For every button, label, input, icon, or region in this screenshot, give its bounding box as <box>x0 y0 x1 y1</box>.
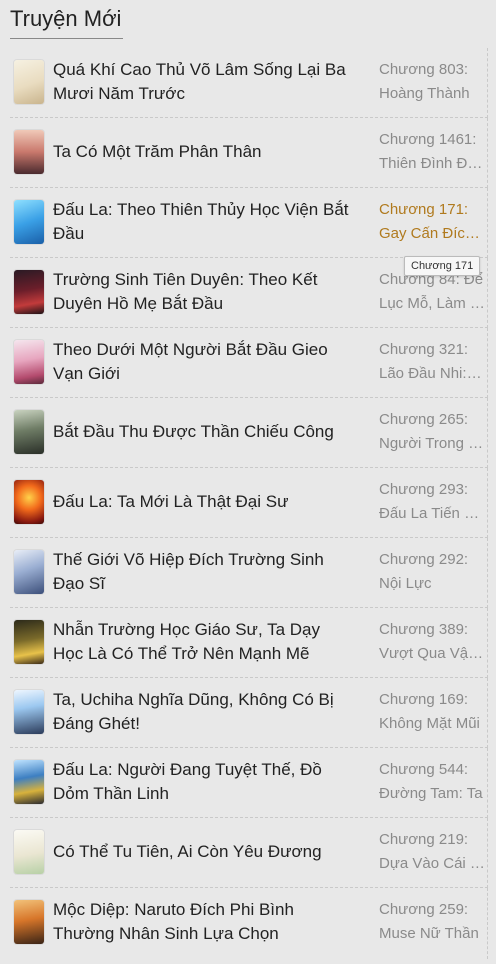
story-title[interactable]: Đấu La: Theo Thiên Thủy Học Viện Bắt Đầu <box>53 198 353 246</box>
chapter-number: Chương 1461: <box>379 131 477 148</box>
story-list: Quá Khí Cao Thủ Võ Lâm Sống Lại Ba Mươi … <box>10 48 488 959</box>
story-title[interactable]: Trường Sinh Tiên Duyên: Theo Kết Duyên H… <box>53 268 353 316</box>
story-cover[interactable] <box>14 480 44 524</box>
latest-chapter[interactable]: Chương 169: Không Mặt Mũi <box>379 688 485 736</box>
story-title[interactable]: Mộc Diệp: Naruto Đích Phi Bình Thường Nh… <box>53 898 353 946</box>
section-title: Truyện Mới <box>10 6 122 31</box>
chapter-number: Chương 321: <box>379 341 469 358</box>
latest-chapter[interactable]: Chương 293: Đấu La Tiến Hóa <box>379 478 485 526</box>
story-row[interactable]: Đấu La: Theo Thiên Thủy Học Viện Bắt Đầu… <box>10 188 488 258</box>
latest-chapter[interactable]: Chương 1461: Thiên Đình Đại Chiến <box>379 128 485 176</box>
chapter-name: Lục Mỗ, Làm Gì <box>379 295 485 312</box>
chapter-name: Gay Cấn Đích Chiến Đấu <box>379 225 485 242</box>
story-cover[interactable] <box>14 620 44 664</box>
story-row[interactable]: Ta, Uchiha Nghĩa Dũng, Không Có Bị Đáng … <box>10 678 488 748</box>
chapter-number: Chương 544: <box>379 761 469 778</box>
story-cover[interactable] <box>14 60 44 104</box>
chapter-name: Dựa Vào Cái Gì <box>379 855 485 872</box>
chapter-name: Muse Nữ Thần <box>379 925 479 942</box>
chapter-number: Chương 219: <box>379 831 469 848</box>
story-title[interactable]: Có Thể Tu Tiên, Ai Còn Yêu Đương <box>53 840 353 864</box>
story-cover[interactable] <box>14 830 44 874</box>
latest-chapter[interactable]: Chương 544: Đường Tam: Ta <box>379 758 485 806</box>
story-row[interactable]: Ta Có Một Trăm Phân Thân Chương 1461: Th… <box>10 118 488 188</box>
chapter-tooltip: Chương 171 <box>404 256 481 276</box>
chapter-number: Chương 803: <box>379 61 469 78</box>
story-title[interactable]: Thế Giới Võ Hiệp Đích Trường Sinh Đạo Sĩ <box>53 548 353 596</box>
story-row[interactable]: Có Thể Tu Tiên, Ai Còn Yêu Đương Chương … <box>10 818 488 888</box>
section-header: Truyện Mới <box>10 4 123 39</box>
story-row[interactable]: Đấu La: Ta Mới Là Thật Đại Sư Chương 293… <box>10 468 488 538</box>
story-cover[interactable] <box>14 270 44 314</box>
latest-chapter[interactable]: Chương 259: Muse Nữ Thần <box>379 898 485 946</box>
latest-chapter[interactable]: Chương 219: Dựa Vào Cái Gì <box>379 828 485 876</box>
chapter-name: Lão Đầu Nhi: Ta <box>379 365 485 382</box>
story-title[interactable]: Ta Có Một Trăm Phân Thân <box>53 140 353 164</box>
chapter-name: Người Trong Giang Hồ <box>379 435 485 452</box>
chapter-number: Chương 293: <box>379 481 469 498</box>
story-title[interactable]: Bắt Đầu Thu Được Thần Chiếu Công <box>53 420 353 444</box>
chapter-number: Chương 259: <box>379 901 469 918</box>
chapter-name: Thiên Đình Đại Chiến <box>379 155 485 172</box>
latest-chapter[interactable]: Chương 321: Lão Đầu Nhi: Ta <box>379 338 485 386</box>
latest-chapter[interactable]: Chương 389: Vượt Qua Vận Mệnh <box>379 618 485 666</box>
story-row[interactable]: Bắt Đầu Thu Được Thần Chiếu Công Chương … <box>10 398 488 468</box>
story-cover[interactable] <box>14 900 44 944</box>
story-cover[interactable] <box>14 760 44 804</box>
story-row[interactable]: Quá Khí Cao Thủ Võ Lâm Sống Lại Ba Mươi … <box>10 48 488 118</box>
chapter-number: Chương 171: <box>379 201 469 218</box>
chapter-name: Không Mặt Mũi <box>379 715 480 732</box>
chapter-number: Chương 292: <box>379 551 469 568</box>
chapter-name: Đấu La Tiến Hóa <box>379 505 485 522</box>
story-title[interactable]: Ta, Uchiha Nghĩa Dũng, Không Có Bị Đáng … <box>53 688 353 736</box>
story-title[interactable]: Quá Khí Cao Thủ Võ Lâm Sống Lại Ba Mươi … <box>53 58 353 106</box>
chapter-name: Hoàng Thành <box>379 85 470 102</box>
chapter-number: Chương 169: <box>379 691 469 708</box>
story-row[interactable]: Nhẫn Trường Học Giáo Sư, Ta Dạy Học Là C… <box>10 608 488 678</box>
story-row[interactable]: Theo Dưới Một Người Bắt Đầu Gieo Vạn Giớ… <box>10 328 488 398</box>
story-row[interactable]: Thế Giới Võ Hiệp Đích Trường Sinh Đạo Sĩ… <box>10 538 488 608</box>
story-cover[interactable] <box>14 410 44 454</box>
chapter-number: Chương 389: <box>379 621 469 638</box>
latest-chapter[interactable]: Chương 265: Người Trong Giang Hồ <box>379 408 485 456</box>
story-cover[interactable] <box>14 550 44 594</box>
story-cover[interactable] <box>14 200 44 244</box>
chapter-name: Đường Tam: Ta <box>379 785 483 802</box>
chapter-name: Vượt Qua Vận Mệnh <box>379 645 485 662</box>
story-cover[interactable] <box>14 690 44 734</box>
latest-chapter[interactable]: Chương 171: Gay Cấn Đích Chiến Đấu <box>379 198 485 246</box>
story-row[interactable]: Mộc Diệp: Naruto Đích Phi Bình Thường Nh… <box>10 888 488 959</box>
chapter-number: Chương 265: <box>379 411 469 428</box>
story-title[interactable]: Theo Dưới Một Người Bắt Đầu Gieo Vạn Giớ… <box>53 338 353 386</box>
chapter-name: Nội Lực <box>379 575 432 592</box>
story-title[interactable]: Nhẫn Trường Học Giáo Sư, Ta Dạy Học Là C… <box>53 618 353 666</box>
story-cover[interactable] <box>14 340 44 384</box>
latest-chapter[interactable]: Chương 803: Hoàng Thành <box>379 58 485 106</box>
latest-chapter[interactable]: Chương 292: Nội Lực <box>379 548 485 596</box>
story-row[interactable]: Đấu La: Người Đang Tuyệt Thế, Đồ Dỏm Thầ… <box>10 748 488 818</box>
story-title[interactable]: Đấu La: Người Đang Tuyệt Thế, Đồ Dỏm Thầ… <box>53 758 353 806</box>
story-cover[interactable] <box>14 130 44 174</box>
story-title[interactable]: Đấu La: Ta Mới Là Thật Đại Sư <box>53 490 353 514</box>
